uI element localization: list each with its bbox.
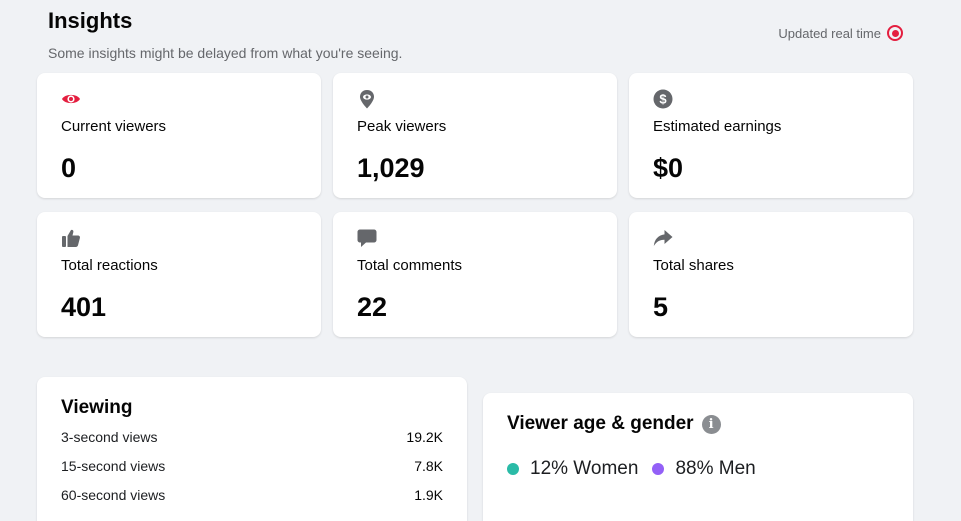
list-item: 15-second views 7.8K (61, 452, 443, 481)
comment-icon (357, 229, 377, 247)
women-label: 12% Women (530, 458, 639, 479)
page-title: Insights (48, 8, 133, 33)
viewing-card: Viewing 3-second views 19.2K 15-second v… (37, 377, 467, 521)
list-item: 3-second views 19.2K (61, 423, 443, 452)
stat-label: Estimated earnings (653, 118, 782, 135)
page-subtitle: Some insights might be delayed from what… (48, 45, 403, 61)
eye-icon (62, 94, 80, 104)
thumbs-up-icon (62, 229, 80, 247)
legend-item-men: 88% Men (652, 458, 756, 480)
men-dot-icon (652, 463, 665, 475)
view-metric-value: 7.8K (414, 458, 443, 474)
list-item: 60-second views 1.9K (61, 481, 443, 510)
stat-value: 1,029 (357, 153, 425, 183)
svg-text:$: $ (659, 92, 667, 107)
view-metric-value: 1.9K (414, 487, 443, 503)
stats-grid: Current viewers 0 Peak viewers 1,029 $ E… (37, 73, 913, 337)
view-metric-value: 19.2K (406, 429, 443, 445)
stat-card-current-viewers: Current viewers 0 (37, 73, 321, 198)
realtime-label: Updated real time (778, 25, 881, 41)
stat-label: Total comments (357, 257, 463, 274)
view-metric-label: 60-second views (61, 487, 166, 503)
view-metric-label: 15-second views (61, 458, 166, 474)
info-icon[interactable]: i (701, 414, 721, 434)
view-metric-label: 3-second views (61, 429, 158, 445)
stat-card-total-reactions: Total reactions 401 (37, 212, 321, 337)
legend-item-women: 12% Women (507, 458, 638, 480)
stat-value: 5 (653, 292, 669, 322)
stat-card-peak-viewers: Peak viewers 1,029 (333, 73, 617, 198)
age-gender-card: Viewer age & gender i 12% Women 88% Men (483, 393, 913, 521)
age-gender-header: Viewer age & gender i (507, 413, 889, 435)
age-gender-title: Viewer age & gender (507, 413, 694, 434)
viewing-list: 3-second views 19.2K 15-second views 7.8… (61, 423, 443, 510)
stat-card-estimated-earnings: $ Estimated earnings $0 (629, 73, 913, 198)
stat-value: 22 (357, 292, 388, 322)
men-label: 88% Men (675, 458, 756, 479)
location-pin-icon (360, 90, 374, 109)
stat-value: $0 (653, 153, 684, 183)
stat-value: 0 (61, 153, 77, 183)
stat-label: Current viewers (61, 118, 167, 135)
women-dot-icon (507, 463, 519, 475)
viewing-title: Viewing (61, 397, 133, 418)
realtime-indicator: Updated real time (778, 25, 903, 41)
stat-label: Total shares (653, 257, 734, 274)
stat-label: Total reactions (61, 257, 158, 274)
dollar-icon: $ (653, 89, 673, 109)
stat-label: Peak viewers (357, 118, 447, 135)
gender-legend: 12% Women 88% Men (507, 458, 889, 480)
stat-card-total-shares: Total shares 5 (629, 212, 913, 337)
stat-card-total-comments: Total comments 22 (333, 212, 617, 337)
stat-value: 401 (61, 292, 107, 322)
page-header: Insights Some insights might be delayed … (48, 8, 402, 62)
live-record-icon (887, 25, 903, 41)
share-icon (653, 230, 673, 246)
